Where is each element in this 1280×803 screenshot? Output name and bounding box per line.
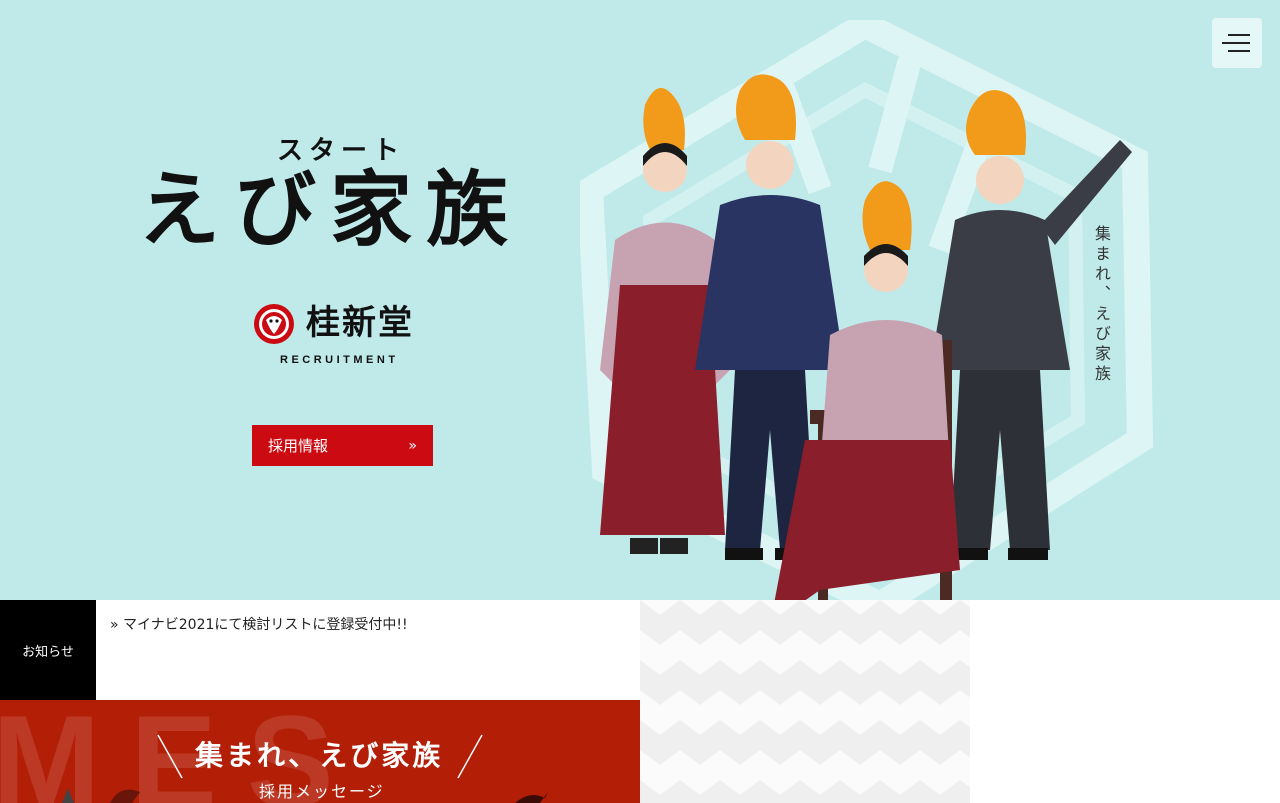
double-chevron-right-icon: » <box>408 437 417 454</box>
hero-kicker: スタート <box>277 136 406 166</box>
news-item-link[interactable]: » マイナビ2021にて検討リストに登録受付中!! <box>110 614 408 634</box>
staff-group-photo <box>600 74 1132 600</box>
menu-button[interactable] <box>1212 18 1262 68</box>
message-title: 集まれ、えび家族 <box>195 739 444 772</box>
shrimp-crest-icon <box>254 304 294 344</box>
hamburger-line <box>1222 42 1250 44</box>
brand-name: 桂新堂 <box>306 303 414 343</box>
arrow-feather-pattern <box>640 600 970 803</box>
brand-logo[interactable]: 桂新堂 RECRUITMENT <box>252 300 442 370</box>
hamburger-line <box>1228 50 1250 52</box>
news-label: お知らせ <box>0 600 96 700</box>
message-subtitle: 採用メッセージ <box>259 782 385 801</box>
chevron-right-icon: » <box>110 617 119 633</box>
hero-section: スタート えび家族 桂新堂 RECRUITMENT 採用情報 » 集まれ、えび家… <box>0 0 1280 600</box>
recruit-info-label: 採用情報 <box>268 437 329 455</box>
staff-member-4 <box>930 90 1132 560</box>
brand-subtitle: RECRUITMENT <box>280 354 399 366</box>
recruit-info-button[interactable]: 採用情報 » <box>252 425 433 466</box>
recruit-message-banner[interactable]: MES 集まれ、えび家族 採用メッセージ <box>0 700 640 803</box>
news-item-text: マイナビ2021にて検討リストに登録受付中!! <box>123 617 408 633</box>
news-bar: お知らせ » マイナビ2021にて検討リストに登録受付中!! <box>0 600 640 700</box>
hero-title: えび家族 <box>138 163 523 258</box>
hamburger-menu-icon <box>1228 34 1250 36</box>
